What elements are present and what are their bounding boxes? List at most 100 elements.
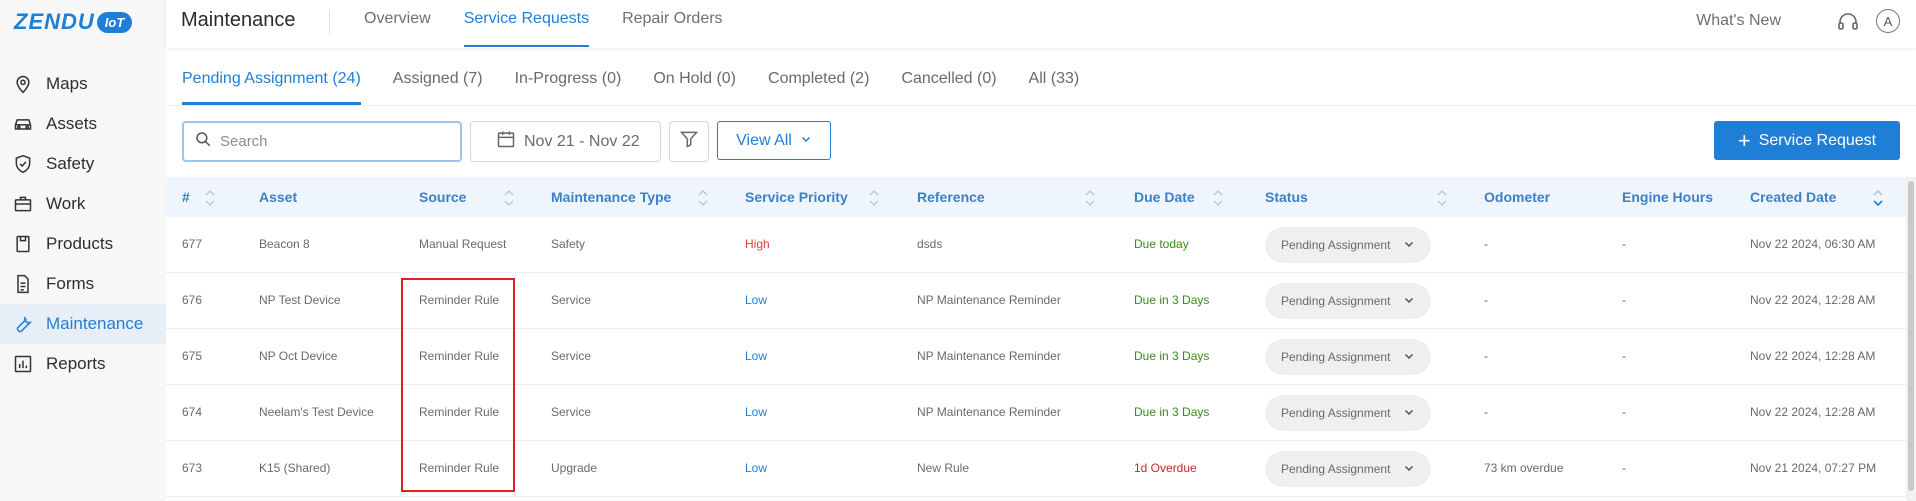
cell-source: Manual Request xyxy=(419,237,507,251)
sidebar-item-work[interactable]: Work xyxy=(0,184,166,224)
sidebar-item-assets[interactable]: Assets xyxy=(0,104,166,144)
status-dropdown[interactable]: Pending Assignment xyxy=(1265,395,1431,431)
sidebar-item-products[interactable]: Products xyxy=(0,224,166,264)
tab-in-progress[interactable]: In-Progress (0) xyxy=(515,58,622,105)
column-header-id[interactable]: # xyxy=(182,189,190,205)
sort-icon[interactable] xyxy=(1212,189,1224,207)
column-header-maintenance-type[interactable]: Maintenance Type xyxy=(551,189,671,205)
cell-id: 674 xyxy=(182,405,203,419)
sidebar-item-label: Reports xyxy=(46,354,106,373)
cell-due-date: Due in 3 Days xyxy=(1134,293,1210,307)
column-header-service-priority[interactable]: Service Priority xyxy=(745,189,848,205)
cell-priority: Low xyxy=(745,405,768,419)
cell-engine-hours: - xyxy=(1622,405,1626,419)
cell-maintenance-type: Service xyxy=(551,293,592,307)
avatar[interactable]: A xyxy=(1876,9,1900,33)
header-tabs: Overview Service Requests Repair Orders xyxy=(364,0,756,48)
column-header-created-date[interactable]: Created Date xyxy=(1750,189,1836,205)
cell-asset[interactable]: NP Test Device xyxy=(259,293,341,307)
column-header-status[interactable]: Status xyxy=(1265,189,1308,205)
status-label: Pending Assignment xyxy=(1281,406,1391,420)
shield-check-icon xyxy=(12,153,34,175)
cell-maintenance-type: Upgrade xyxy=(551,461,598,475)
sort-icon[interactable] xyxy=(697,189,709,207)
sidebar-item-maintenance[interactable]: Maintenance xyxy=(0,304,166,344)
sidebar-item-maps[interactable]: Maps xyxy=(0,64,166,104)
app-root: ZENDU IoT Maps Assets Safety Work Produc… xyxy=(0,0,1916,501)
car-icon xyxy=(12,113,34,135)
cell-created-date: Nov 22 2024, 06:30 AM xyxy=(1750,237,1876,251)
page-title: Maintenance xyxy=(181,9,296,31)
column-header-source[interactable]: Source xyxy=(419,189,466,205)
column-header-engine-hours[interactable]: Engine Hours xyxy=(1622,189,1713,205)
scrollbar-thumb[interactable] xyxy=(1908,181,1914,491)
status-label: Pending Assignment xyxy=(1281,238,1391,252)
cell-reference: NP Maintenance Reminder xyxy=(917,405,1061,419)
tab-all[interactable]: All (33) xyxy=(1029,58,1080,105)
cell-due-date: Due today xyxy=(1134,237,1189,251)
cell-maintenance-type: Service xyxy=(551,349,592,363)
cell-odometer: - xyxy=(1484,237,1488,251)
cell-odometer: - xyxy=(1484,405,1488,419)
status-dropdown[interactable]: Pending Assignment xyxy=(1265,451,1431,487)
cell-due-date: 1d Overdue xyxy=(1134,461,1197,475)
status-dropdown[interactable]: Pending Assignment xyxy=(1265,339,1431,375)
sort-icon[interactable] xyxy=(868,189,880,207)
tab-on-hold[interactable]: On Hold (0) xyxy=(653,58,736,105)
cell-priority: High xyxy=(745,237,770,251)
chevron-down-icon xyxy=(1403,294,1415,309)
sidebar-item-safety[interactable]: Safety xyxy=(0,144,166,184)
view-all-dropdown[interactable]: View All xyxy=(717,121,831,160)
cell-priority: Low xyxy=(745,293,768,307)
column-header-due-date[interactable]: Due Date xyxy=(1134,189,1195,205)
sort-icon[interactable] xyxy=(1436,189,1448,207)
sort-icon[interactable] xyxy=(1084,189,1096,207)
filter-button[interactable] xyxy=(669,121,709,162)
cell-reference: NP Maintenance Reminder xyxy=(917,293,1061,307)
cell-engine-hours: - xyxy=(1622,349,1626,363)
date-range-picker[interactable]: Nov 21 - Nov 22 xyxy=(470,121,661,162)
cell-asset[interactable]: NP Oct Device xyxy=(259,349,337,363)
cell-maintenance-type: Service xyxy=(551,405,592,419)
column-header-reference[interactable]: Reference xyxy=(917,189,985,205)
chevron-down-icon xyxy=(800,132,812,150)
view-all-label: View All xyxy=(736,131,792,149)
chevron-down-icon xyxy=(1403,350,1415,365)
sort-icon[interactable] xyxy=(503,189,515,207)
column-header-odometer[interactable]: Odometer xyxy=(1484,189,1550,205)
cell-reference: dsds xyxy=(917,237,943,251)
zendu-logo[interactable]: ZENDU IoT xyxy=(14,8,133,36)
whats-new-link[interactable]: What's New xyxy=(1696,12,1781,30)
cell-reference: NP Maintenance Reminder xyxy=(917,349,1061,363)
table-row[interactable]: 677 Beacon 8 Manual Request Safety High … xyxy=(166,217,1906,273)
briefcase-icon xyxy=(12,193,34,215)
sidebar-item-label: Work xyxy=(46,194,86,213)
sidebar-item-forms[interactable]: Forms xyxy=(0,264,166,304)
status-dropdown[interactable]: Pending Assignment xyxy=(1265,227,1431,263)
add-service-request-button[interactable]: + Service Request xyxy=(1714,121,1900,160)
cell-odometer: 73 km overdue xyxy=(1484,461,1564,475)
headset-icon[interactable] xyxy=(1836,10,1860,34)
tab-pending-assignment[interactable]: Pending Assignment (24) xyxy=(182,58,361,105)
cell-asset[interactable]: K15 (Shared) xyxy=(259,461,330,475)
tab-overview[interactable]: Overview xyxy=(364,0,431,47)
tab-assigned[interactable]: Assigned (7) xyxy=(393,58,483,105)
sidebar-item-reports[interactable]: Reports xyxy=(0,344,166,384)
column-header-asset[interactable]: Asset xyxy=(259,189,297,205)
sort-desc-icon[interactable] xyxy=(1872,189,1884,207)
cell-asset[interactable]: Beacon 8 xyxy=(259,237,310,251)
search-input[interactable] xyxy=(220,133,450,150)
sidebar-item-label: Assets xyxy=(46,114,98,133)
search-box[interactable] xyxy=(182,121,462,162)
table-scrollbar[interactable] xyxy=(1906,177,1916,501)
sort-icon[interactable] xyxy=(204,189,216,207)
sidebar-item-label: Forms xyxy=(46,274,95,293)
status-dropdown[interactable]: Pending Assignment xyxy=(1265,283,1431,319)
sidebar-item-label: Maintenance xyxy=(46,314,144,333)
cell-asset[interactable]: Neelam's Test Device xyxy=(259,405,374,419)
tab-cancelled[interactable]: Cancelled (0) xyxy=(901,58,996,105)
tab-service-requests[interactable]: Service Requests xyxy=(463,0,590,47)
tab-completed[interactable]: Completed (2) xyxy=(768,58,869,105)
calendar-icon xyxy=(496,129,516,154)
tab-repair-orders[interactable]: Repair Orders xyxy=(622,0,722,47)
